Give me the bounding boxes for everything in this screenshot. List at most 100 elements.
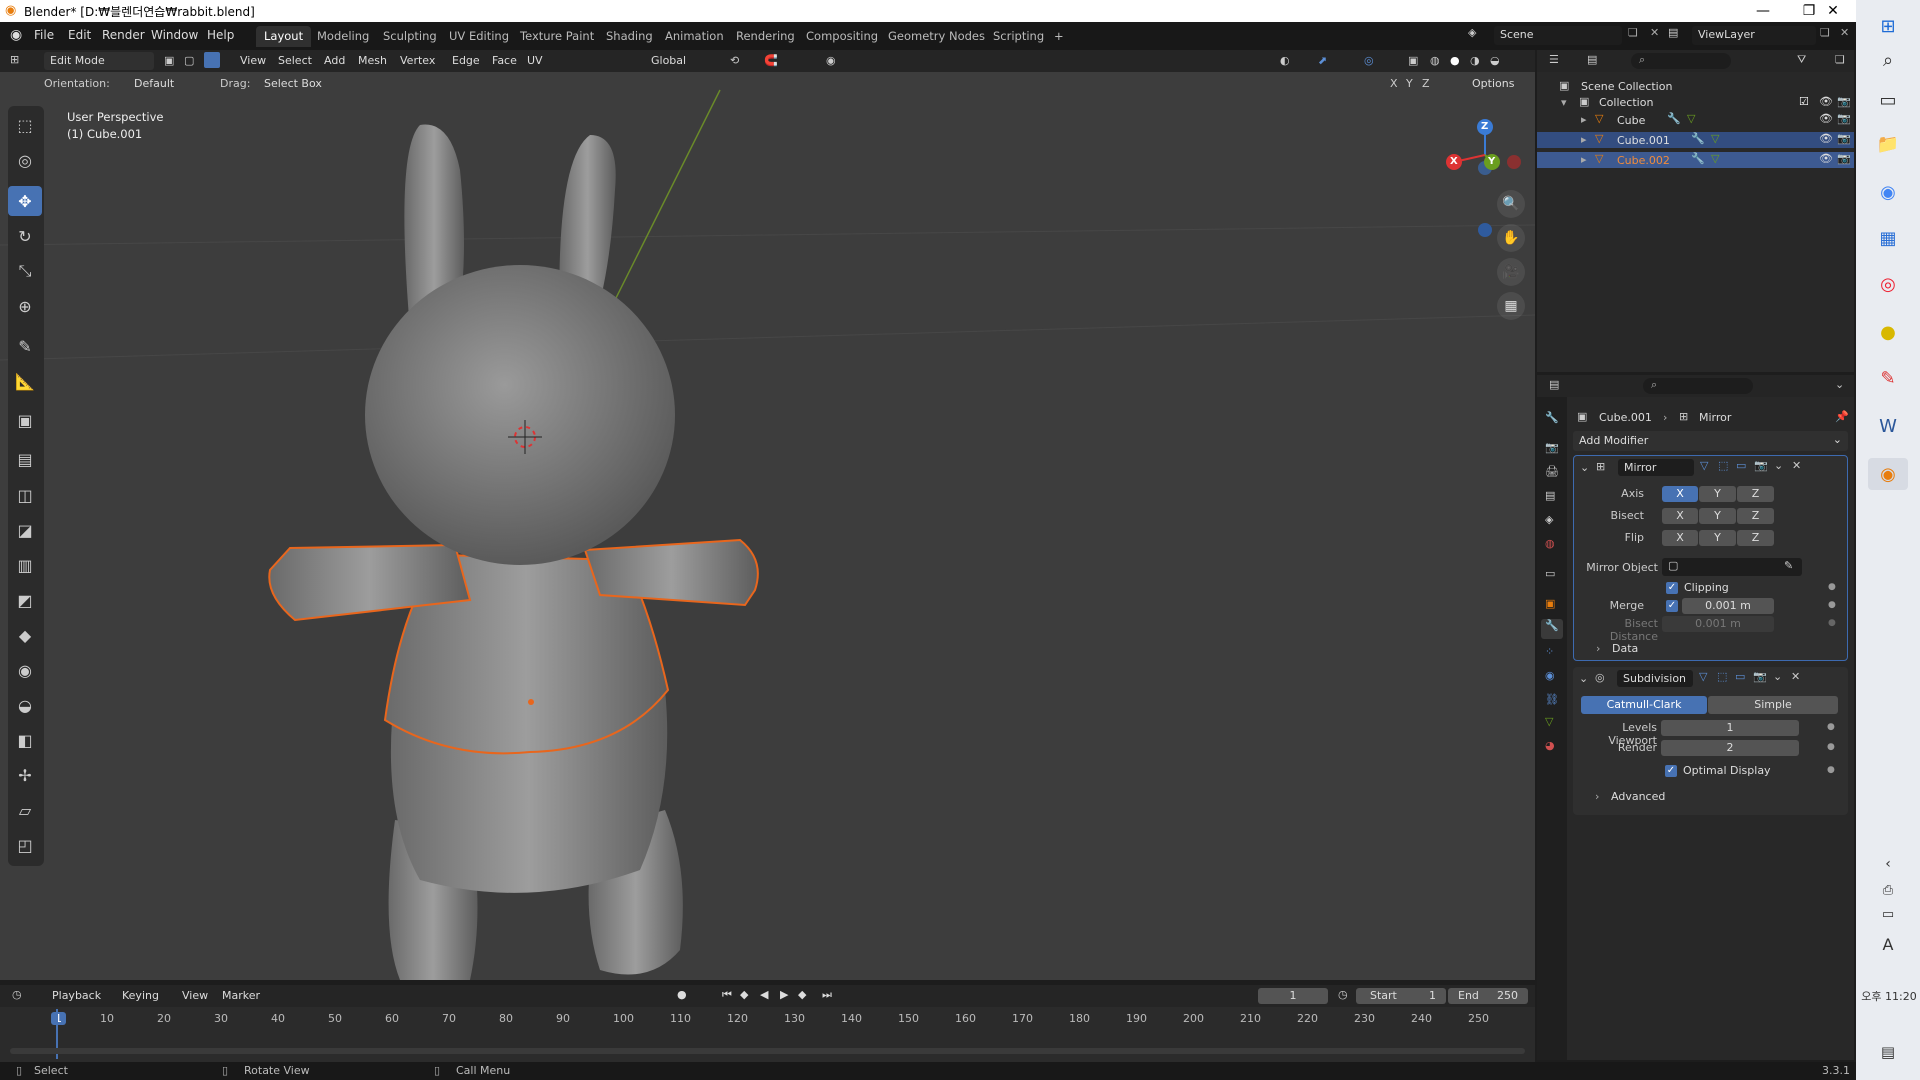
task-view-icon[interactable]: ▭ bbox=[1868, 84, 1908, 116]
3d-viewport[interactable]: ⊞ Edit Mode ▣ ▢ View Select Add Mesh Ver… bbox=[0, 50, 1535, 980]
timeline-scrollbar[interactable] bbox=[10, 1048, 1525, 1054]
transform-orientation-dropdown[interactable]: Global bbox=[645, 52, 720, 70]
keying-menu[interactable]: Keying bbox=[116, 987, 165, 1005]
play-reverse-icon[interactable]: ◀ bbox=[760, 988, 768, 1001]
playback-menu[interactable]: Playback bbox=[46, 987, 107, 1005]
subdivision-name-field[interactable]: Subdivision bbox=[1617, 670, 1693, 687]
inset-tool-icon[interactable]: ◫ bbox=[8, 480, 42, 510]
tab-rendering[interactable]: Rendering bbox=[728, 26, 803, 47]
tray-display-icon[interactable]: ▭ bbox=[1868, 898, 1908, 930]
flip-x-toggle[interactable]: X bbox=[1662, 530, 1698, 546]
play-icon[interactable]: ▶ bbox=[780, 988, 788, 1001]
gizmo-toggle-icon[interactable]: ⬈ bbox=[1318, 54, 1327, 67]
expand-icon[interactable]: ▸ bbox=[1581, 113, 1587, 126]
collapse-icon[interactable]: ⌄ bbox=[1580, 461, 1589, 474]
snap-icon[interactable]: 🧲 bbox=[764, 54, 778, 67]
orientation-dropdown[interactable]: Default bbox=[112, 75, 206, 93]
keyframe-dot-icon[interactable]: ● bbox=[1827, 765, 1835, 775]
close-button[interactable]: ✕ bbox=[1810, 0, 1856, 22]
advanced-expand-icon[interactable]: › bbox=[1595, 790, 1599, 803]
wireframe-shading-icon[interactable]: ◍ bbox=[1430, 54, 1440, 67]
mirror-object-field[interactable]: ▢ ✎ bbox=[1662, 558, 1802, 576]
menu-vertex[interactable]: Vertex bbox=[394, 52, 441, 70]
rotate-tool-icon[interactable]: ↻ bbox=[8, 221, 42, 251]
collection-eye-icon[interactable]: 👁 bbox=[1819, 95, 1833, 108]
loop-cut-tool-icon[interactable]: ▥ bbox=[8, 550, 42, 580]
collection-tab-icon[interactable]: ▭ bbox=[1545, 567, 1555, 580]
bisect-y-toggle[interactable]: Y bbox=[1699, 508, 1736, 524]
extrude-tool-icon[interactable]: ▤ bbox=[8, 444, 42, 474]
merge-checkbox[interactable]: ✓ bbox=[1666, 600, 1678, 612]
chrome-icon[interactable]: ◉ bbox=[1868, 176, 1908, 208]
modifier-menu-icon[interactable]: ⌄ bbox=[1774, 459, 1783, 472]
cage-toggle-icon[interactable]: ⬚ bbox=[1718, 459, 1728, 472]
remove-modifier-icon[interactable]: ✕ bbox=[1792, 459, 1801, 472]
optimal-display-checkbox[interactable]: ✓ bbox=[1665, 765, 1677, 777]
outliner-search-input[interactable]: ⌕ bbox=[1631, 53, 1731, 69]
rip-tool-icon[interactable]: ◰ bbox=[8, 830, 42, 860]
expand-icon[interactable]: ▸ bbox=[1581, 153, 1587, 166]
bisect-z-toggle[interactable]: Z bbox=[1737, 508, 1774, 524]
eyedropper-icon[interactable]: ✎ bbox=[1784, 559, 1793, 572]
view-layer-tab-icon[interactable]: ▤ bbox=[1545, 489, 1555, 502]
preview-range-icon[interactable]: ◷ bbox=[1338, 988, 1348, 1001]
shrink-fatten-tool-icon[interactable]: ✢ bbox=[8, 760, 42, 790]
camera-view-icon[interactable]: 🎥 bbox=[1497, 258, 1525, 286]
solid-shading-icon[interactable]: ● bbox=[1450, 54, 1460, 67]
delete-scene-icon[interactable]: ✕ bbox=[1650, 26, 1659, 39]
edit-mode-toggle-icon[interactable]: ▽ bbox=[1700, 459, 1708, 472]
overlay-toggle-icon[interactable]: ◎ bbox=[1364, 54, 1374, 67]
eye-icon[interactable]: 👁 bbox=[1819, 152, 1833, 165]
jump-end-icon[interactable]: ⏭ bbox=[822, 988, 832, 1002]
delete-viewlayer-icon[interactable]: ✕ bbox=[1840, 26, 1849, 39]
simple-toggle[interactable]: Simple bbox=[1708, 696, 1838, 714]
move-tool-icon[interactable]: ✥ bbox=[8, 186, 42, 216]
tab-layout[interactable]: Layout bbox=[256, 26, 312, 47]
outliner-row-cube[interactable]: ▸ ▽ Cube 🔧 ▽ 👁 📷 bbox=[1537, 112, 1854, 128]
scale-tool-icon[interactable]: ⤡ bbox=[8, 256, 42, 286]
cursor-tool-icon[interactable]: ◎ bbox=[8, 145, 42, 175]
world-tab-icon[interactable]: ◍ bbox=[1545, 537, 1555, 550]
axis-z-toggle[interactable]: Z bbox=[1737, 486, 1774, 502]
menu-face[interactable]: Face bbox=[486, 52, 523, 70]
tab-geometry-nodes[interactable]: Geometry Nodes bbox=[880, 26, 993, 47]
rendered-shading-icon[interactable]: ◒ bbox=[1490, 54, 1500, 67]
output-tab-icon[interactable]: 🖨 bbox=[1545, 465, 1559, 478]
new-scene-icon[interactable]: ❏ bbox=[1628, 26, 1638, 39]
keyframe-dot-icon[interactable]: ● bbox=[1827, 722, 1835, 732]
next-keyframe-icon[interactable]: ◆ bbox=[798, 988, 806, 1001]
proportional-edit-icon[interactable]: ◉ bbox=[826, 54, 836, 67]
remove-modifier-icon[interactable]: ✕ bbox=[1791, 670, 1800, 683]
tab-scripting[interactable]: Scripting bbox=[985, 26, 1052, 47]
tab-compositing[interactable]: Compositing bbox=[798, 26, 886, 47]
render-toggle-icon[interactable]: 📷 bbox=[1754, 459, 1768, 472]
options-dropdown[interactable]: Options bbox=[1466, 75, 1526, 93]
merge-distance-field[interactable]: 0.001 m bbox=[1682, 598, 1774, 614]
bisect-x-toggle[interactable]: X bbox=[1662, 508, 1698, 524]
pan-hand-icon[interactable]: ✋ bbox=[1497, 224, 1525, 252]
collapse-icon[interactable]: ⌄ bbox=[1579, 672, 1588, 685]
menu-window[interactable]: Window bbox=[151, 28, 198, 42]
pin-icon[interactable]: 📌 bbox=[1835, 410, 1849, 423]
axis-y-toggle[interactable]: Y bbox=[1699, 486, 1736, 502]
add-cube-tool-icon[interactable]: ▣ bbox=[8, 405, 42, 435]
constraints-tab-icon[interactable]: ⛓ bbox=[1545, 693, 1559, 706]
physics-tab-icon[interactable]: ◉ bbox=[1545, 669, 1555, 682]
prev-keyframe-icon[interactable]: ◆ bbox=[740, 988, 748, 1001]
mirror-name-field[interactable]: Mirror bbox=[1618, 459, 1694, 476]
viewlayer-selector[interactable]: ViewLayer bbox=[1692, 26, 1816, 45]
eye-icon[interactable]: 👁 bbox=[1819, 132, 1833, 145]
levels-viewport-field[interactable]: 1 bbox=[1661, 720, 1799, 736]
add-modifier-dropdown[interactable]: Add Modifier ⌄ bbox=[1573, 431, 1848, 451]
menu-file[interactable]: File bbox=[34, 28, 54, 42]
shear-tool-icon[interactable]: ▱ bbox=[8, 795, 42, 825]
knife-tool-icon[interactable]: ◩ bbox=[8, 585, 42, 615]
tab-shading[interactable]: Shading bbox=[598, 26, 661, 47]
poly-build-tool-icon[interactable]: ◆ bbox=[8, 620, 42, 650]
measure-tool-icon[interactable]: 📐 bbox=[8, 366, 42, 396]
auto-keying-icon[interactable]: ● bbox=[677, 988, 687, 1001]
word-icon[interactable]: W bbox=[1868, 410, 1908, 442]
render-toggle-icon[interactable]: 📷 bbox=[1753, 670, 1767, 683]
menu-add[interactable]: Add bbox=[318, 52, 351, 70]
pivot-icon[interactable]: ⟲ bbox=[730, 54, 739, 67]
